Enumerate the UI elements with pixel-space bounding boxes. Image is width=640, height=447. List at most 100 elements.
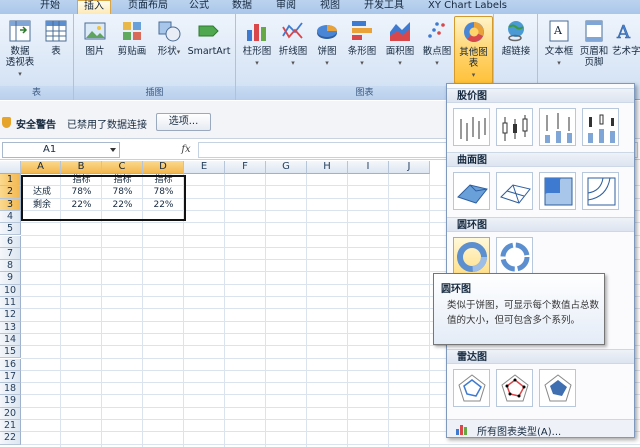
tab-page-layout[interactable]: 页面布局: [128, 0, 168, 14]
row-header-1[interactable]: 1: [0, 174, 21, 187]
column-header-a[interactable]: A: [21, 161, 61, 174]
line-chart-button[interactable]: 折线图 ▾: [276, 18, 310, 69]
cell-a3[interactable]: 剩余: [23, 199, 59, 211]
wordart-icon: A: [613, 18, 639, 44]
shapes-label: 形状▾: [157, 46, 181, 57]
textbox-button[interactable]: A 文本框 ▾: [542, 18, 576, 69]
column-header-b[interactable]: B: [61, 161, 102, 174]
row-header-13[interactable]: 13: [0, 321, 21, 334]
clipart-label: 剪贴画: [117, 46, 147, 57]
tab-data[interactable]: 数据: [232, 0, 252, 14]
name-box[interactable]: A1: [2, 142, 120, 158]
row-header-17[interactable]: 17: [0, 370, 21, 384]
row-header-19[interactable]: 19: [0, 395, 21, 408]
other-charts-button[interactable]: 其他图表 ▾: [454, 16, 493, 84]
row-header-21[interactable]: 21: [0, 420, 21, 433]
radar-chart-option-3[interactable]: [539, 369, 576, 407]
area-chart-label: 面积图 ▾: [385, 46, 415, 67]
row-header-5[interactable]: 5: [0, 223, 21, 236]
exploded-doughnut-option[interactable]: [496, 237, 533, 275]
select-all-corner[interactable]: [0, 161, 21, 174]
column-header-h[interactable]: H: [307, 161, 348, 174]
cell-d2[interactable]: 78%: [145, 186, 182, 198]
tab-view[interactable]: 视图: [320, 0, 340, 14]
row-header-6[interactable]: 6: [0, 235, 21, 248]
row-header-10[interactable]: 10: [0, 284, 21, 297]
stock-chart-option-1[interactable]: [453, 108, 490, 146]
all-chart-types-link[interactable]: 所有图表类型(A)...: [447, 419, 634, 438]
row-header-3[interactable]: 3: [0, 198, 21, 211]
row-header-9[interactable]: 9: [0, 272, 21, 285]
pivot-table-button[interactable]: 数据 透视表 ▾: [4, 18, 36, 80]
shapes-button[interactable]: 形状▾: [154, 18, 184, 58]
surface-chart-option-3[interactable]: [539, 172, 576, 210]
row-header-8[interactable]: 8: [0, 260, 21, 273]
column-header-i[interactable]: I: [348, 161, 389, 174]
stock-volume-icon: [545, 113, 572, 143]
wordart-button[interactable]: A 艺术字: [612, 18, 640, 57]
cell-b3[interactable]: 22%: [63, 199, 100, 211]
cell-c2[interactable]: 78%: [104, 186, 141, 198]
cell-d1[interactable]: 指标: [145, 174, 182, 186]
pie-chart-button[interactable]: 饼图 ▾: [312, 18, 342, 69]
fx-icon[interactable]: fx: [176, 142, 196, 158]
radar-chart-option-1[interactable]: [453, 369, 490, 407]
security-options-button[interactable]: 选项...: [156, 113, 211, 131]
row-header-11[interactable]: 11: [0, 297, 21, 310]
cell-a2[interactable]: 达成: [23, 186, 59, 198]
header-footer-button[interactable]: 页眉和 页脚: [578, 18, 610, 68]
surface-chart-option-2[interactable]: [496, 172, 533, 210]
stock-chart-option-3[interactable]: [539, 108, 576, 146]
gallery-section-doughnut: 圆环图: [447, 217, 634, 232]
column-header-c[interactable]: C: [102, 161, 143, 174]
picture-button[interactable]: 图片: [80, 18, 110, 57]
column-header-g[interactable]: G: [266, 161, 307, 174]
tab-formulas[interactable]: 公式: [189, 0, 209, 14]
tab-home[interactable]: 开始: [40, 0, 60, 14]
hyperlink-label: 超链接: [501, 46, 531, 57]
row-header-14[interactable]: 14: [0, 333, 21, 347]
row-header-12[interactable]: 12: [0, 309, 21, 322]
row-header-4[interactable]: 4: [0, 210, 21, 224]
column-gridline: [388, 174, 389, 447]
cell-d3[interactable]: 22%: [145, 199, 182, 211]
row-header-15[interactable]: 15: [0, 346, 21, 359]
radar-markers-icon: [501, 374, 529, 402]
row-header-2[interactable]: 2: [0, 186, 21, 199]
row-header-7[interactable]: 7: [0, 247, 21, 261]
radar-chart-option-2[interactable]: [496, 369, 533, 407]
column-header-e[interactable]: E: [184, 161, 225, 174]
tab-developer[interactable]: 开发工具: [364, 0, 404, 14]
scatter-chart-button[interactable]: 散点图 ▾: [420, 18, 454, 69]
cell-c1[interactable]: 指标: [104, 174, 141, 186]
table-button[interactable]: 表: [42, 18, 70, 57]
column-header-f[interactable]: F: [225, 161, 266, 174]
pie-chart-icon: [314, 18, 340, 44]
tab-xy-chart-labels[interactable]: XY Chart Labels: [428, 0, 507, 14]
area-chart-button[interactable]: 面积图 ▾: [382, 18, 418, 69]
pivot-table-label-1: 数据: [10, 46, 30, 57]
hyperlink-button[interactable]: 超链接: [497, 18, 535, 57]
column-header-d[interactable]: D: [143, 161, 184, 174]
smartart-button[interactable]: SmartArt: [186, 18, 232, 57]
cell-c3[interactable]: 22%: [104, 199, 141, 211]
bar-chart-button[interactable]: 条形图 ▾: [344, 18, 380, 69]
column-chart-button[interactable]: 柱形图 ▾: [240, 18, 274, 69]
row-header-22[interactable]: 22: [0, 432, 21, 445]
cell-b2[interactable]: 78%: [63, 186, 100, 198]
tab-review[interactable]: 审阅: [276, 0, 296, 14]
surface-chart-option-4[interactable]: [582, 172, 619, 210]
tab-insert[interactable]: 插入: [77, 0, 111, 15]
column-header-j[interactable]: J: [389, 161, 430, 174]
stock-chart-option-2[interactable]: [496, 108, 533, 146]
chevron-down-icon[interactable]: [110, 148, 116, 152]
header-footer-icon: [581, 18, 607, 44]
row-header-18[interactable]: 18: [0, 383, 21, 396]
row-header-20[interactable]: 20: [0, 407, 21, 420]
row-header-16[interactable]: 16: [0, 358, 21, 371]
stock-chart-option-4[interactable]: [582, 108, 619, 146]
clipart-button[interactable]: 剪贴画: [114, 18, 150, 57]
cell-b1[interactable]: 指标: [63, 174, 100, 186]
surface-chart-option-1[interactable]: [453, 172, 490, 210]
doughnut-chart-option[interactable]: [453, 237, 490, 275]
